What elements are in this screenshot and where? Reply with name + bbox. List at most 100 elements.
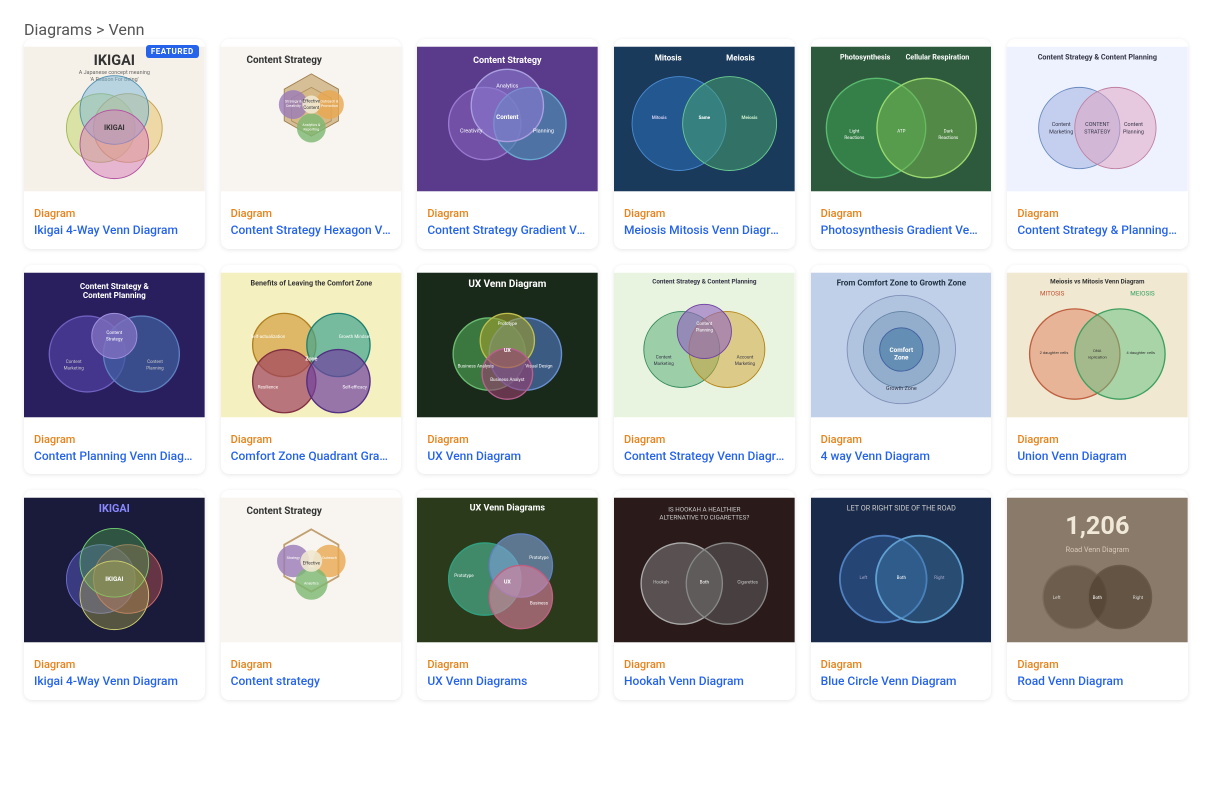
card-title[interactable]: 4 way Venn Diagram bbox=[821, 449, 982, 465]
svg-text:ALTERNATIVE TO CIGARETTES?: ALTERNATIVE TO CIGARETTES? bbox=[659, 514, 749, 522]
svg-text:Zone: Zone bbox=[305, 356, 317, 362]
card-card-16[interactable]: IS HOOKAH A HEALTHIER ALTERNATIVE TO CIG… bbox=[614, 490, 795, 700]
svg-text:UX: UX bbox=[504, 348, 512, 354]
card-title[interactable]: Road Venn Diagram bbox=[1017, 674, 1178, 690]
featured-badge: FEATURED bbox=[146, 45, 199, 58]
card-thumbnail: Content Strategy Creativity Planning Ana… bbox=[417, 39, 598, 199]
card-thumbnail: Mitosis Meiosis Mitosis Meiosis Same bbox=[614, 39, 795, 199]
svg-text:Marketing: Marketing bbox=[1049, 129, 1073, 135]
card-title[interactable]: Content Planning Venn Diagram bbox=[34, 449, 195, 465]
card-card-8[interactable]: Benefits of Leaving the Comfort Zone Sel… bbox=[221, 265, 402, 475]
card-title[interactable]: Content strategy bbox=[231, 674, 392, 690]
card-title[interactable]: Content Strategy & Planning Ve... bbox=[1017, 223, 1178, 239]
card-type: Diagram bbox=[1017, 658, 1178, 671]
card-type: Diagram bbox=[624, 658, 785, 671]
card-type: Diagram bbox=[624, 433, 785, 446]
card-title[interactable]: Content Strategy Gradient Venn... bbox=[427, 223, 588, 239]
svg-text:Creativity: Creativity bbox=[460, 129, 483, 135]
card-title[interactable]: UX Venn Diagram bbox=[427, 449, 588, 465]
card-title[interactable]: Meiosis Mitosis Venn Diagram bbox=[624, 223, 785, 239]
svg-text:Hookah: Hookah bbox=[653, 580, 669, 586]
card-thumbnail: IS HOOKAH A HEALTHIER ALTERNATIVE TO CIG… bbox=[614, 490, 795, 650]
card-card-1[interactable]: IKIGAI A Japanese concept meaning 'A Rea… bbox=[24, 39, 205, 249]
svg-text:Content: Content bbox=[656, 354, 672, 360]
card-card-10[interactable]: Content Strategy & Content Planning Cont… bbox=[614, 265, 795, 475]
card-card-5[interactable]: Photosynthesis Cellular Respiration Ligh… bbox=[811, 39, 992, 249]
svg-text:Planning: Planning bbox=[696, 327, 714, 333]
card-title[interactable]: Blue Circle Venn Diagram bbox=[821, 674, 982, 690]
card-thumbnail: IKIGAI A Japanese concept meaning 'A Rea… bbox=[24, 39, 205, 199]
card-thumbnail: Meiosis vs Mitosis Venn Diagram MITOSIS … bbox=[1007, 265, 1188, 425]
card-card-18[interactable]: 1,206 Road Venn Diagram Left Right Both … bbox=[1007, 490, 1188, 700]
svg-text:Promotion: Promotion bbox=[321, 104, 338, 108]
card-title[interactable]: Union Venn Diagram bbox=[1017, 449, 1178, 465]
svg-text:Content Strategy: Content Strategy bbox=[246, 55, 321, 66]
card-info: Diagram Content Strategy Hexagon Venn... bbox=[221, 199, 402, 249]
svg-text:Analytics: Analytics bbox=[497, 83, 519, 89]
svg-text:Meiosis: Meiosis bbox=[726, 52, 755, 62]
svg-text:IKIGAI: IKIGAI bbox=[94, 52, 135, 69]
card-info: Diagram Content Strategy Venn Diagram bbox=[614, 425, 795, 475]
card-info: DiagramIkigai 4-Way Venn Diagram bbox=[24, 650, 205, 700]
svg-text:Content: Content bbox=[1052, 122, 1071, 128]
card-card-14[interactable]: Content Strategy Effective Strategy Outr… bbox=[221, 490, 402, 700]
svg-text:Light: Light bbox=[849, 129, 860, 135]
svg-text:Content: Content bbox=[147, 359, 163, 365]
svg-text:Prototype: Prototype bbox=[498, 321, 518, 327]
card-info: Diagram Blue Circle Venn Diagram bbox=[811, 650, 992, 700]
svg-text:Creativity: Creativity bbox=[285, 104, 300, 108]
svg-text:Content: Content bbox=[66, 359, 82, 365]
card-type: Diagram bbox=[821, 658, 982, 671]
svg-text:Reactions: Reactions bbox=[938, 135, 959, 141]
card-thumbnail: Content Strategy & Content Planning Cont… bbox=[614, 265, 795, 425]
card-card-2[interactable]: Content Strategy Effective Content Strat… bbox=[221, 39, 402, 249]
svg-text:Right: Right bbox=[1133, 595, 1144, 601]
card-card-6[interactable]: Content Strategy & Content Planning Cont… bbox=[1007, 39, 1188, 249]
svg-text:Meiosis vs Mitosis Venn Diagra: Meiosis vs Mitosis Venn Diagram bbox=[1051, 277, 1146, 285]
svg-text:Visual Design: Visual Design bbox=[526, 363, 554, 369]
svg-text:Content Strategy & Content Pla: Content Strategy & Content Planning bbox=[652, 277, 757, 285]
card-type: Diagram bbox=[231, 207, 392, 220]
card-type: Diagram bbox=[231, 433, 392, 446]
card-type: Diagram bbox=[231, 658, 392, 671]
card-thumbnail: Photosynthesis Cellular Respiration Ligh… bbox=[811, 39, 992, 199]
svg-text:CONTENT: CONTENT bbox=[1086, 122, 1111, 128]
card-info: DiagramContent Strategy Gradient Venn... bbox=[417, 199, 598, 249]
card-grid: IKIGAI A Japanese concept meaning 'A Rea… bbox=[24, 39, 1188, 700]
svg-text:Prototype: Prototype bbox=[530, 555, 550, 561]
svg-text:Planning: Planning bbox=[533, 129, 554, 135]
svg-text:IKIGAI: IKIGAI bbox=[104, 123, 125, 132]
card-info: DiagramPhotosynthesis Gradient Venn D... bbox=[811, 199, 992, 249]
card-title[interactable]: Content Strategy Hexagon Venn... bbox=[231, 223, 392, 239]
card-card-17[interactable]: LET OR RIGHT SIDE OF THE ROAD Left Right… bbox=[811, 490, 992, 700]
card-card-3[interactable]: Content Strategy Creativity Planning Ana… bbox=[417, 39, 598, 249]
svg-text:Analytics: Analytics bbox=[304, 582, 319, 586]
card-card-11[interactable]: From Comfort Zone to Growth Zone Comfort… bbox=[811, 265, 992, 475]
card-title[interactable]: Ikigai 4-Way Venn Diagram bbox=[34, 674, 195, 690]
card-card-12[interactable]: Meiosis vs Mitosis Venn Diagram MITOSIS … bbox=[1007, 265, 1188, 475]
card-card-7[interactable]: Content Strategy & Content Planning Cont… bbox=[24, 265, 205, 475]
svg-text:Account: Account bbox=[737, 354, 754, 360]
card-title[interactable]: UX Venn Diagrams bbox=[427, 674, 588, 690]
card-title[interactable]: Photosynthesis Gradient Venn D... bbox=[821, 223, 982, 239]
card-title[interactable]: Comfort Zone Quadrant Graph bbox=[231, 449, 392, 465]
svg-text:Cigarettes: Cigarettes bbox=[737, 580, 758, 586]
svg-text:Right: Right bbox=[934, 575, 945, 581]
svg-text:IKIGAI: IKIGAI bbox=[99, 502, 130, 515]
card-card-4[interactable]: Mitosis Meiosis Mitosis Meiosis Same Dia… bbox=[614, 39, 795, 249]
svg-text:Content: Content bbox=[696, 321, 712, 327]
card-title[interactable]: Ikigai 4-Way Venn Diagram bbox=[34, 223, 195, 239]
card-info: Diagram UX Venn Diagrams bbox=[417, 650, 598, 700]
svg-text:Marketing: Marketing bbox=[735, 360, 756, 366]
svg-text:Same: Same bbox=[699, 115, 711, 121]
card-card-9[interactable]: UX Venn Diagram Business Analysis Visual… bbox=[417, 265, 598, 475]
card-info: Diagram Comfort Zone Quadrant Graph bbox=[221, 425, 402, 475]
svg-text:Reporting: Reporting bbox=[303, 128, 319, 132]
breadcrumb-parent[interactable]: Diagrams bbox=[24, 20, 92, 39]
card-card-13[interactable]: IKIGAI IKIGAI DiagramIkigai 4-Way Venn D… bbox=[24, 490, 205, 700]
card-title[interactable]: Content Strategy Venn Diagram bbox=[624, 449, 785, 465]
card-title[interactable]: Hookah Venn Diagram bbox=[624, 674, 785, 690]
svg-text:Mitosis: Mitosis bbox=[652, 115, 668, 121]
card-type: Diagram bbox=[427, 658, 588, 671]
card-card-15[interactable]: UX Venn Diagrams Prototype Prototype Bus… bbox=[417, 490, 598, 700]
